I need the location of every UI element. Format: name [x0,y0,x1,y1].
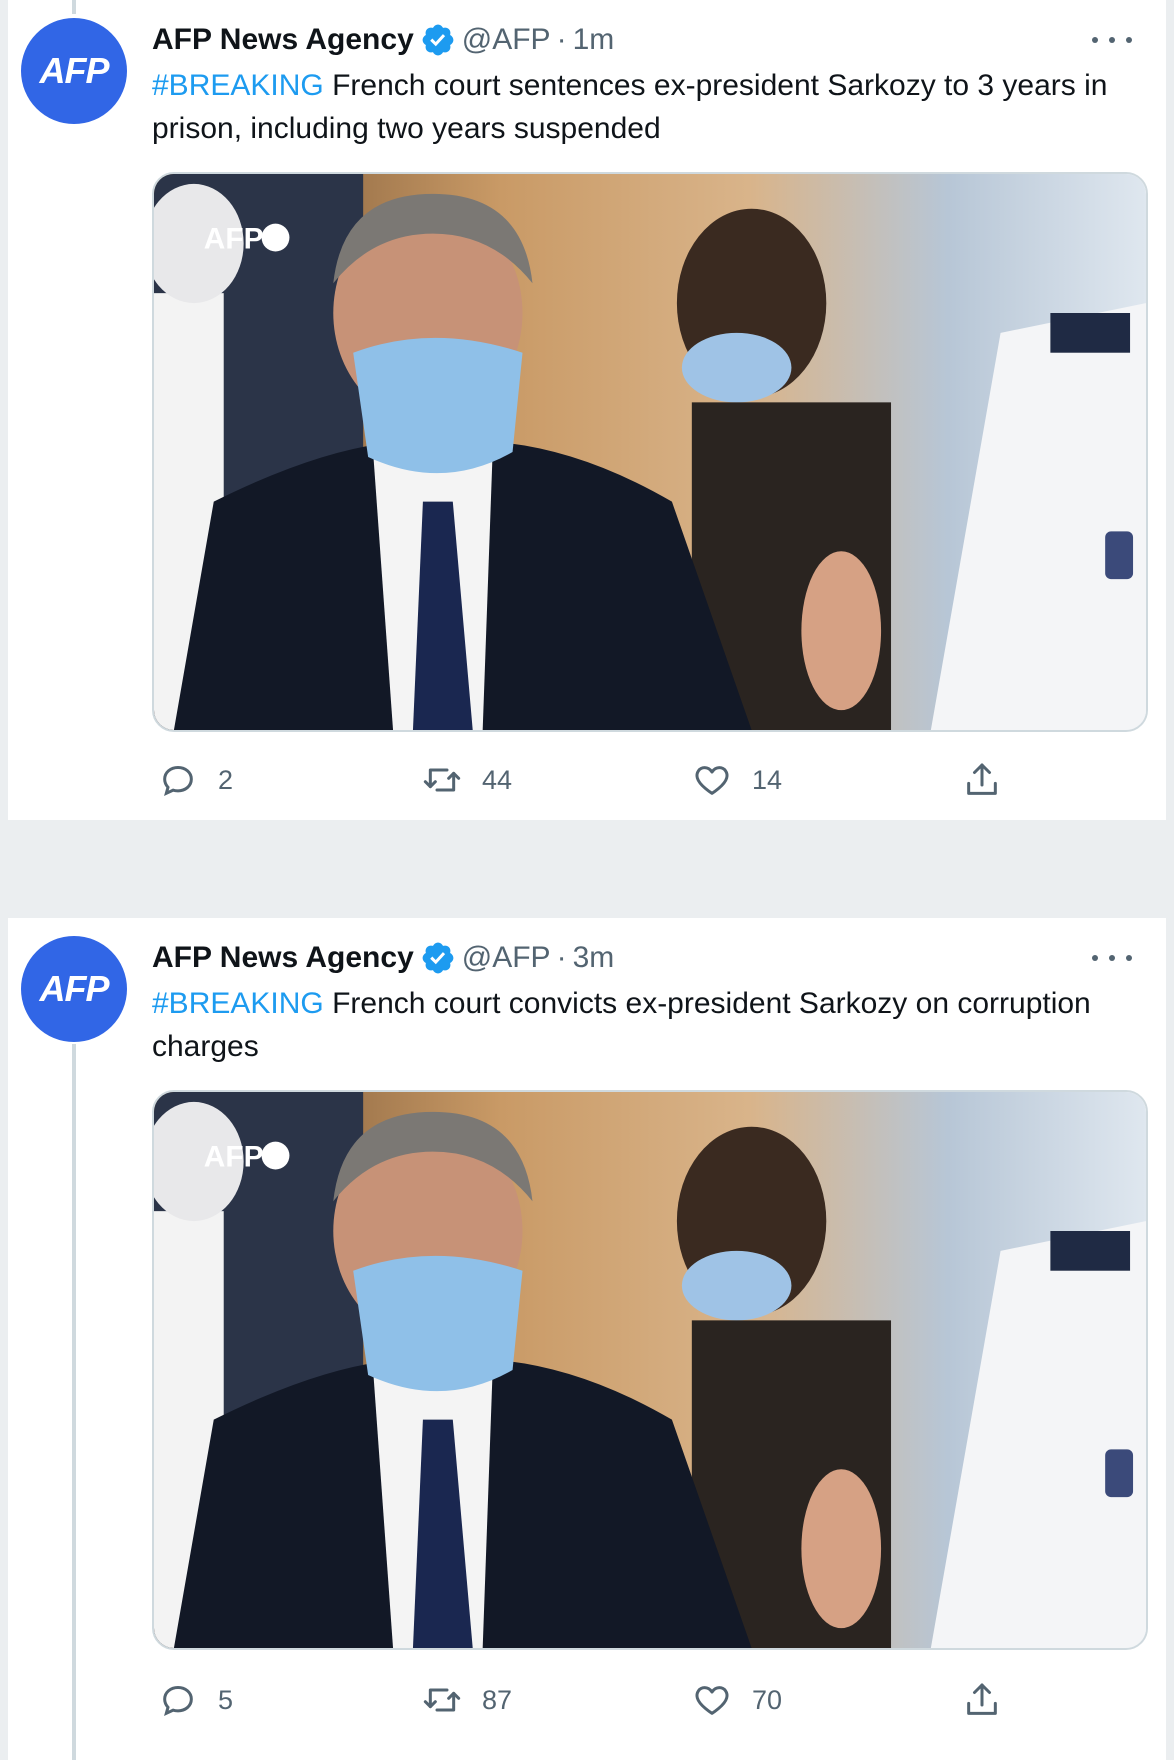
reply-button[interactable]: 2 [158,758,233,802]
retweet-icon [423,1688,461,1712]
tweet-timestamp[interactable]: 3m [573,941,615,975]
author-handle[interactable]: @AFP [462,23,551,57]
more-dots-icon[interactable] [1092,28,1132,52]
share-icon [967,763,997,795]
tweet[interactable]: AFP AFP News Agency @AFP · 3m #BREAKING … [8,918,1166,1760]
reply-count: 2 [218,764,234,795]
tweet-header: AFP News Agency @AFP · 1m [152,20,1146,60]
tweet-text: #BREAKING French court sentences ex-pres… [152,64,1150,150]
tweet[interactable]: AFP AFP News Agency @AFP · 1m #BREAKING … [8,0,1166,820]
reply-button[interactable]: 5 [158,1678,233,1722]
tweet-header: AFP News Agency @AFP · 3m [152,938,1146,978]
retweet-count: 87 [482,1684,513,1715]
verified-badge-icon [422,942,454,974]
separator-dot: · [556,941,567,974]
hashtag-link[interactable]: #BREAKING [152,69,324,102]
more-dots-icon[interactable] [1092,946,1132,970]
reply-icon [163,765,193,797]
photo-watermark: AFP [204,223,264,256]
share-icon [967,1683,997,1715]
like-count: 70 [752,1684,783,1715]
photo-illustration: AFP [154,174,1146,730]
avatar[interactable]: AFP [21,18,127,124]
like-count: 14 [752,764,783,795]
photo-watermark: AFP [204,1141,264,1174]
verified-badge-icon [422,24,454,56]
reply-icon [163,1685,193,1717]
watermark-dot [261,1141,290,1170]
tweet-media-photo[interactable]: AFP [152,172,1148,732]
heart-icon [695,766,729,795]
retweet-icon [423,768,461,792]
watermark-dot [261,223,290,252]
author-name[interactable]: AFP News Agency [152,941,414,975]
avatar-logo-text: AFP [39,968,110,1009]
avatar-logo-text: AFP [39,50,110,91]
retweet-button[interactable]: 87 [422,1678,512,1722]
heart-icon [695,1686,729,1715]
tweet-timestamp[interactable]: 1m [573,23,615,57]
like-button[interactable]: 70 [692,1678,782,1722]
tweet-actions: 2 44 14 [152,758,1052,802]
like-button[interactable]: 14 [692,758,782,802]
tweet-media-photo[interactable]: AFP [152,1090,1148,1650]
author-handle[interactable]: @AFP [462,941,551,975]
thread-line [72,0,76,14]
author-name[interactable]: AFP News Agency [152,23,414,57]
tweet-text: #BREAKING French court convicts ex-presi… [152,982,1150,1068]
tweet-actions: 5 87 70 [152,1678,1052,1722]
share-button[interactable] [962,758,1022,802]
photo-illustration: AFP [154,1092,1146,1648]
separator-dot: · [556,23,567,56]
avatar[interactable]: AFP [21,936,127,1042]
thread-line [72,1044,76,1760]
reply-count: 5 [218,1684,234,1715]
retweet-count: 44 [482,764,513,795]
hashtag-link[interactable]: #BREAKING [152,987,324,1020]
share-button[interactable] [962,1678,1022,1722]
retweet-button[interactable]: 44 [422,758,512,802]
